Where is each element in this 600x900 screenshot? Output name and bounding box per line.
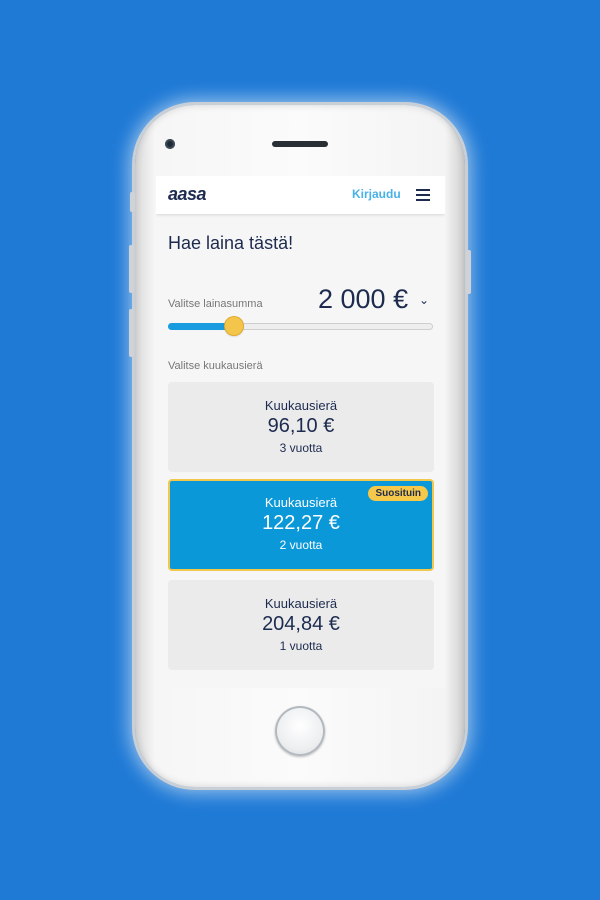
hamburger-menu-icon[interactable] xyxy=(416,189,430,201)
option-value: 122,27 € xyxy=(262,512,340,534)
front-camera-icon xyxy=(165,139,175,149)
login-link[interactable]: Kirjaudu xyxy=(352,187,401,201)
phone-power-button xyxy=(466,250,471,294)
phone-screen: aasa Kirjaudu Hae laina tästä! Valitse l… xyxy=(156,176,445,688)
phone-volume-down-button xyxy=(129,309,134,357)
earpiece-speaker xyxy=(272,141,328,147)
home-button[interactable] xyxy=(275,706,325,756)
option-label: Kuukausierä xyxy=(264,596,338,611)
loan-amount-value[interactable]: 2 000 € xyxy=(318,284,408,315)
loan-amount-label: Valitse lainasumma xyxy=(168,298,263,310)
slider-thumb[interactable] xyxy=(225,317,244,335)
option-value: 204,84 € xyxy=(262,613,340,635)
top-nav-bar: aasa Kirjaudu xyxy=(156,176,445,214)
option-label: Kuukausierä xyxy=(264,398,338,413)
installment-option-2y[interactable]: Suosituin Kuukausierä 122,27 € 2 vuotta xyxy=(168,479,434,571)
page-title: Hae laina tästä! xyxy=(168,233,294,253)
option-term: 3 vuotta xyxy=(279,441,323,455)
option-value: 96,10 € xyxy=(267,415,335,437)
phone-mute-switch xyxy=(130,192,135,212)
installment-option-1y[interactable]: Kuukausierä 204,84 € 1 vuotta xyxy=(168,580,434,670)
option-label: Kuukausierä xyxy=(264,495,338,510)
option-term: 1 vuotta xyxy=(279,639,323,653)
chevron-down-icon[interactable]: ⌄ xyxy=(419,293,429,307)
installment-option-3y[interactable]: Kuukausierä 96,10 € 3 vuotta xyxy=(168,382,434,472)
phone-volume-up-button xyxy=(129,245,134,293)
aasa-logo[interactable]: aasa xyxy=(168,184,207,205)
installment-label: Valitse kuukausierä xyxy=(168,360,263,372)
option-term: 2 vuotta xyxy=(279,538,323,552)
loan-amount-slider[interactable] xyxy=(168,317,433,335)
